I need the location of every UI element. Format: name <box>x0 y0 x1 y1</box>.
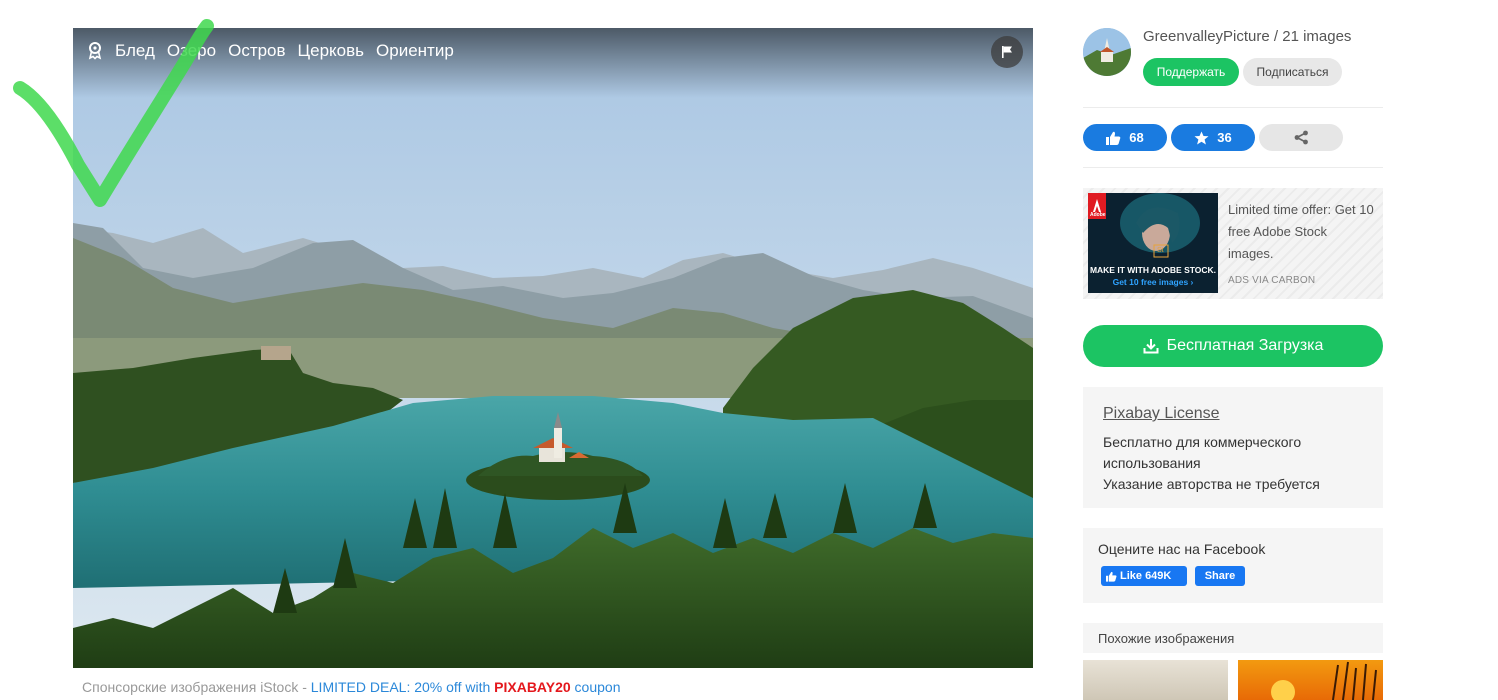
tag-lake[interactable]: Озеро <box>167 41 216 61</box>
share-icon <box>1294 130 1308 145</box>
license-text: Бесплатно для коммерческого использовани… <box>1103 432 1363 495</box>
like-count: 68 <box>1129 130 1144 145</box>
ad-text[interactable]: Limited time offer: Get 10 free Adobe St… <box>1228 199 1376 265</box>
free-download-button[interactable]: Бесплатная Загрузка <box>1083 325 1383 367</box>
divider <box>1083 107 1383 108</box>
avatar-image <box>1083 28 1131 76</box>
facebook-title: Оцените нас на Facebook <box>1098 541 1266 557</box>
facebook-share-button[interactable]: Share <box>1195 566 1245 586</box>
follow-button[interactable]: Подписаться <box>1243 58 1342 86</box>
author-name[interactable]: GreenvalleyPicture / 21 images <box>1143 28 1351 45</box>
ad-st-logo: St <box>1157 247 1164 254</box>
star-icon <box>1194 131 1209 144</box>
facebook-like-button[interactable]: Like 649K <box>1101 566 1187 586</box>
coupon-code[interactable]: PIXABAY20 <box>494 679 571 695</box>
tag-landmark[interactable]: Ориентир <box>376 41 454 61</box>
like-button[interactable]: 68 <box>1083 124 1167 151</box>
divider <box>1083 167 1383 168</box>
ad-banner-line1: MAKE IT WITH ADOBE STOCK. <box>1089 265 1217 275</box>
deal-link[interactable]: LIMITED DEAL: 20% off with <box>311 679 494 695</box>
thumbs-up-icon <box>1106 131 1121 145</box>
lake-bled-image <box>73 28 1033 668</box>
main-photo[interactable]: Блед Озеро Остров Церковь Ориентир <box>73 28 1033 668</box>
tag-bar: Блед Озеро Остров Церковь Ориентир <box>73 28 1033 98</box>
download-label: Бесплатная Загрузка <box>1166 337 1324 354</box>
tag-church[interactable]: Церковь <box>298 41 364 61</box>
facebook-box: Оцените нас на Facebook Like 649K Share <box>1083 528 1383 603</box>
sponsored-caption: Спонсорские изображения iStock - LIMITED… <box>82 679 621 695</box>
report-flag-button[interactable] <box>991 36 1023 68</box>
avatar[interactable] <box>1083 28 1131 76</box>
thumbs-up-icon <box>1106 571 1117 582</box>
tag-island[interactable]: Остров <box>228 41 285 61</box>
ad-via[interactable]: ADS VIA CARBON <box>1228 275 1315 286</box>
flag-icon <box>1002 46 1012 58</box>
tag-bled[interactable]: Блед <box>115 41 155 61</box>
award-icon <box>88 42 102 60</box>
tag-list: Блед Озеро Остров Церковь Ориентир <box>87 40 454 62</box>
ad-banner-line2: Get 10 free images › <box>1112 277 1194 287</box>
coupon-link[interactable]: coupon <box>571 679 621 695</box>
author-block: GreenvalleyPicture / 21 images Поддержат… <box>1083 28 1383 88</box>
license-line-commercial: Бесплатно для коммерческого использовани… <box>1103 434 1302 471</box>
support-button[interactable]: Поддержать <box>1143 58 1239 86</box>
favorite-count: 36 <box>1217 130 1232 145</box>
similar-image-thumbnail[interactable] <box>1238 660 1383 700</box>
sunset-thumbnail-image <box>1271 661 1377 700</box>
download-icon <box>1143 339 1159 354</box>
similar-images-title: Похожие изображения <box>1098 631 1235 646</box>
license-link[interactable]: Pixabay License <box>1103 405 1220 423</box>
share-button[interactable] <box>1259 124 1343 151</box>
carbon-ad[interactable]: Adobe St MAKE IT WITH ADOBE STOCK. Get 1… <box>1083 188 1383 299</box>
ad-brand: Adobe <box>1090 212 1106 218</box>
favorite-button[interactable]: 36 <box>1171 124 1255 151</box>
similar-image-thumbnail[interactable] <box>1083 660 1228 700</box>
facebook-like-label: Like 649K <box>1120 570 1172 582</box>
license-box: Pixabay License Бесплатно для коммерческ… <box>1083 387 1383 508</box>
sponsored-text: Спонсорские изображения iStock - <box>82 679 311 695</box>
license-line-attribution: Указание авторства не требуется <box>1103 476 1320 492</box>
ad-banner[interactable]: Adobe St MAKE IT WITH ADOBE STOCK. Get 1… <box>1088 193 1218 293</box>
similar-images-header: Похожие изображения <box>1083 623 1383 653</box>
